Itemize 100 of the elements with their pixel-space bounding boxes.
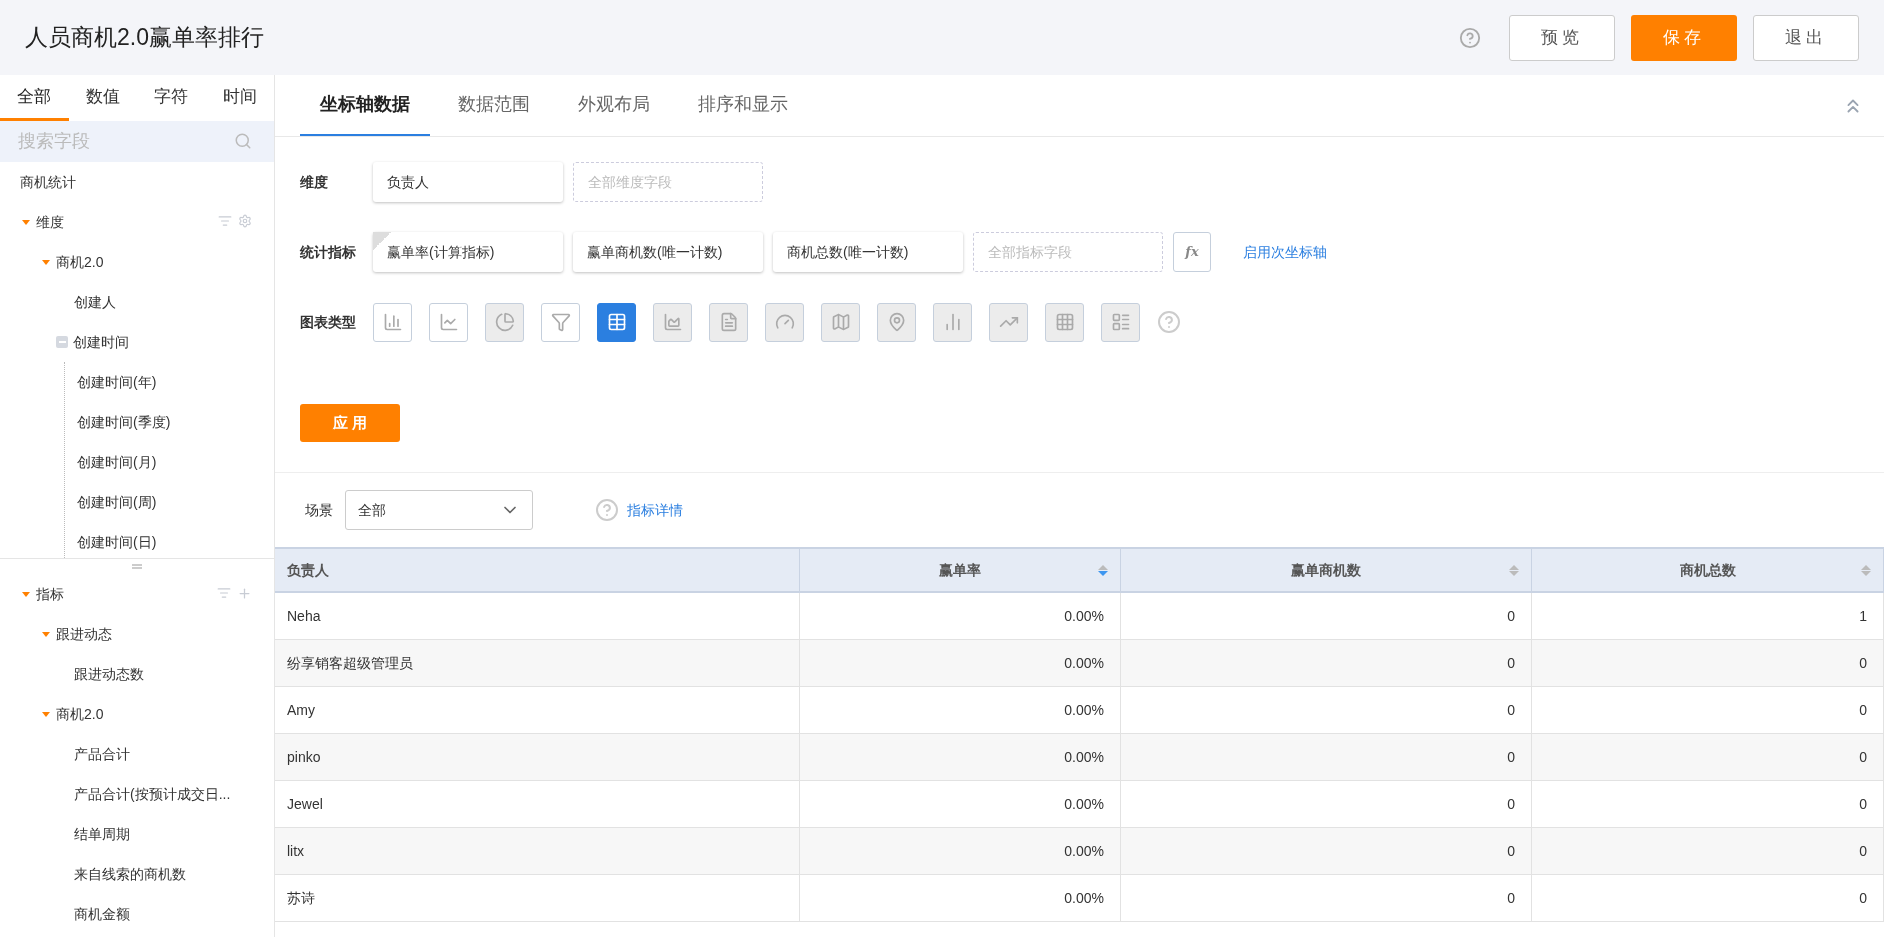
caret-icon[interactable]: [22, 591, 30, 597]
search-icon[interactable]: [234, 132, 252, 150]
metric-chip[interactable]: 商机总数(唯一计数): [773, 232, 963, 272]
chart-type-icon: [662, 312, 683, 332]
table-cell: 0: [1532, 875, 1884, 922]
chart-type-icon: [606, 312, 627, 332]
dimension-chip[interactable]: 负责人: [373, 162, 563, 202]
field-tab[interactable]: 数值: [68, 75, 137, 121]
tree-item[interactable]: 商机金额: [74, 903, 130, 925]
table-cell: 0.00%: [800, 734, 1121, 781]
tree-item[interactable]: 创建时间(年): [77, 371, 157, 393]
caret-icon[interactable]: [22, 219, 30, 225]
table-cell: 0: [1121, 828, 1532, 875]
sort-icon[interactable]: [217, 586, 231, 600]
tree-item[interactable]: 来自线索的商机数: [74, 863, 186, 885]
caret-icon[interactable]: [42, 259, 50, 265]
tree-item[interactable]: 产品合计(按预计成交日...: [74, 783, 231, 805]
help-icon[interactable]: [1157, 310, 1181, 334]
chart-type-icon: [1054, 312, 1075, 332]
table-cell: 0: [1121, 593, 1532, 640]
caret-icon[interactable]: [42, 631, 50, 637]
table-cell: Jewel: [275, 781, 800, 828]
metric-detail-link[interactable]: 指标详情: [627, 499, 683, 521]
config-tab[interactable]: 数据范围: [438, 74, 550, 136]
chart-type-icon: [774, 312, 795, 332]
chart-type-icon: [550, 312, 571, 332]
sort-icon[interactable]: [1098, 564, 1108, 576]
tree-item[interactable]: 维度: [36, 211, 64, 233]
tree-item[interactable]: 跟进动态: [56, 623, 112, 645]
table-cell: 0.00%: [800, 828, 1121, 875]
caret-icon[interactable]: [42, 711, 50, 717]
column-header[interactable]: 商机总数: [1532, 547, 1884, 593]
chart-type-button[interactable]: [373, 302, 412, 342]
tree-item[interactable]: 创建时间(月): [77, 451, 157, 473]
tree-item[interactable]: 跟进动态数: [74, 663, 144, 685]
tree-item[interactable]: 商机2.0: [56, 703, 104, 725]
search-field[interactable]: 搜索字段: [0, 121, 274, 162]
help-icon[interactable]: [1459, 26, 1481, 49]
tree-item[interactable]: 创建人: [74, 291, 116, 313]
scene-select[interactable]: 全部: [345, 490, 533, 530]
chart-type-icon: [382, 312, 403, 332]
tree-item[interactable]: 创建时间(季度): [77, 411, 171, 433]
secondary-axis-link[interactable]: 启用次坐标轴: [1243, 241, 1327, 263]
column-header[interactable]: 负责人: [275, 547, 800, 593]
header-button[interactable]: 预览: [1509, 14, 1615, 61]
chip-label: 赢单商机数(唯一计数): [587, 242, 723, 262]
table-cell: litx: [275, 828, 800, 875]
column-header[interactable]: 赢单商机数: [1121, 547, 1532, 593]
data-source-label: 商机统计: [20, 172, 76, 192]
table-cell: pinko: [275, 734, 800, 781]
field-label: 图表类型: [300, 312, 356, 332]
table-cell: 0.00%: [800, 640, 1121, 687]
field-label: 统计指标: [300, 242, 357, 262]
tree-item[interactable]: 指标: [36, 583, 64, 605]
field-tab[interactable]: 字符: [137, 75, 206, 121]
column-header[interactable]: 赢单率: [800, 547, 1121, 593]
chart-type-button[interactable]: [541, 302, 580, 342]
sort-icon[interactable]: [218, 214, 232, 228]
tree-item[interactable]: 结单周期: [74, 823, 130, 845]
table-cell: 0.00%: [800, 593, 1121, 640]
sort-icon[interactable]: [1509, 564, 1519, 576]
formula-button[interactable]: fx: [1173, 232, 1211, 272]
chart-type-icon: [494, 312, 515, 332]
config-tab[interactable]: 外观布局: [558, 74, 670, 136]
metric-chip[interactable]: 赢单商机数(唯一计数): [573, 232, 763, 272]
table-cell: 0: [1532, 687, 1884, 734]
add-icon[interactable]: [237, 586, 252, 601]
table-cell: 0: [1121, 781, 1532, 828]
page-title: 人员商机2.0赢单率排行: [25, 23, 265, 53]
table-cell: Amy: [275, 687, 800, 734]
chip-label: 赢单率(计算指标): [387, 242, 495, 262]
field-label: 维度: [300, 172, 329, 192]
chart-type-icon: [438, 312, 459, 332]
resize-handle[interactable]: [132, 564, 142, 569]
help-icon[interactable]: [595, 498, 619, 522]
sort-icon[interactable]: [1861, 564, 1871, 576]
tree-item[interactable]: 商机2.0: [56, 251, 104, 273]
table-cell: 0: [1121, 687, 1532, 734]
chart-type-button[interactable]: [597, 302, 636, 342]
table-cell: 0.00%: [800, 875, 1121, 922]
collapse-icon[interactable]: [56, 336, 68, 348]
metric-chip[interactable]: 赢单率(计算指标): [373, 232, 563, 272]
tree-item[interactable]: 创建时间(周): [77, 491, 157, 513]
tree-item[interactable]: 创建时间(日): [77, 531, 157, 553]
settings-icon[interactable]: [238, 214, 252, 228]
table-cell: 纷享销客超级管理员: [275, 640, 800, 687]
config-tab[interactable]: 坐标轴数据: [300, 74, 430, 136]
field-tab[interactable]: 时间: [205, 75, 274, 121]
table-cell: 0: [1532, 734, 1884, 781]
config-tab[interactable]: 排序和显示: [678, 74, 808, 136]
table-cell: 0.00%: [800, 781, 1121, 828]
tree-item[interactable]: 产品合计: [74, 743, 130, 765]
table-cell: 0: [1532, 781, 1884, 828]
table-cell: 0: [1121, 875, 1532, 922]
table-cell: Neha: [275, 593, 800, 640]
chart-type-button[interactable]: [429, 302, 468, 342]
header-button[interactable]: 退出: [1753, 14, 1859, 61]
tree-item[interactable]: 创建时间: [73, 331, 129, 353]
table-cell: 0: [1532, 640, 1884, 687]
table-cell: 0: [1121, 640, 1532, 687]
